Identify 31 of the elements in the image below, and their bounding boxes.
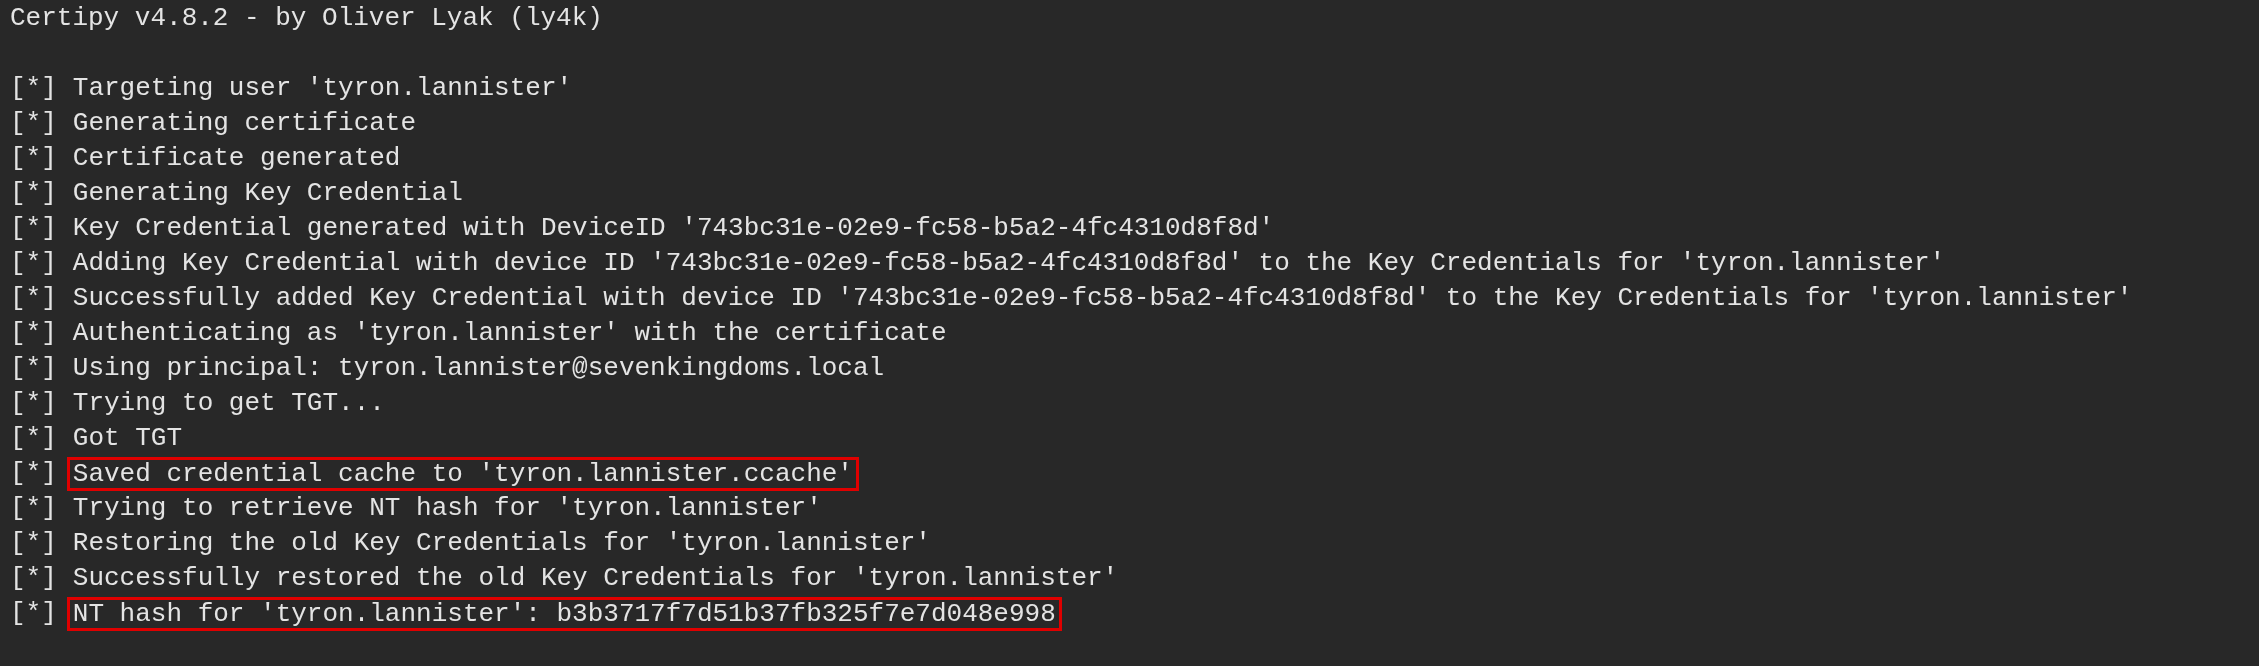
output-line: Restoring the old Key Credentials for 'tyron.lannister' <box>71 527 932 560</box>
output-line: Generating Key Credential <box>71 177 464 210</box>
status-prefix: [*] <box>10 387 57 420</box>
output-line: Got TGT <box>71 422 184 455</box>
status-prefix: [*] <box>10 282 57 315</box>
status-prefix: [*] <box>10 177 57 210</box>
status-prefix: [*] <box>10 212 57 245</box>
status-prefix: [*] <box>10 72 57 105</box>
status-prefix: [*] <box>10 317 57 350</box>
status-prefix: [*] <box>10 527 57 560</box>
status-prefix: [*] <box>10 597 57 630</box>
output-line: Generating certificate <box>71 107 418 140</box>
output-line: Targeting user 'tyron.lannister' <box>71 72 574 105</box>
status-prefix: [*] <box>10 352 57 385</box>
status-prefix: [*] <box>10 457 57 490</box>
status-prefix: [*] <box>10 562 57 595</box>
output-line: Authenticating as 'tyron.lannister' with the certificate <box>71 317 948 350</box>
output-line: Certificate generated <box>71 142 402 175</box>
output-line: Trying to retrieve NT hash for 'tyron.lannister' <box>71 492 823 525</box>
status-prefix: [*] <box>10 422 57 455</box>
status-prefix: [*] <box>10 247 57 280</box>
status-prefix: [*] <box>10 107 57 140</box>
output-line: Adding Key Credential with device ID '743bc31e-02e9-fc58-b5a2-4fc4310d8f8d' to the Key Credentials for 'tyron.lannister' <box>71 247 1947 280</box>
status-prefix: [*] <box>10 142 57 175</box>
status-prefix: [*] <box>10 492 57 525</box>
output-line: Trying to get TGT... <box>71 387 386 420</box>
output-line: Successfully restored the old Key Credentials for 'tyron.lannister' <box>71 562 1120 595</box>
banner-text: Certipy v4.8.2 - by Oliver Lyak (ly4k) <box>10 2 603 35</box>
output-line: Key Credential generated with DeviceID '743bc31e-02e9-fc58-b5a2-4fc4310d8f8d' <box>71 212 1276 245</box>
output-line: Using principal: tyron.lannister@sevenkingdoms.local <box>71 352 886 385</box>
output-line: Successfully added Key Credential with device ID '743bc31e-02e9-fc58-b5a2-4fc4310d8f8d' to the Key Credentials for 'tyron.lannister' <box>71 282 2134 315</box>
